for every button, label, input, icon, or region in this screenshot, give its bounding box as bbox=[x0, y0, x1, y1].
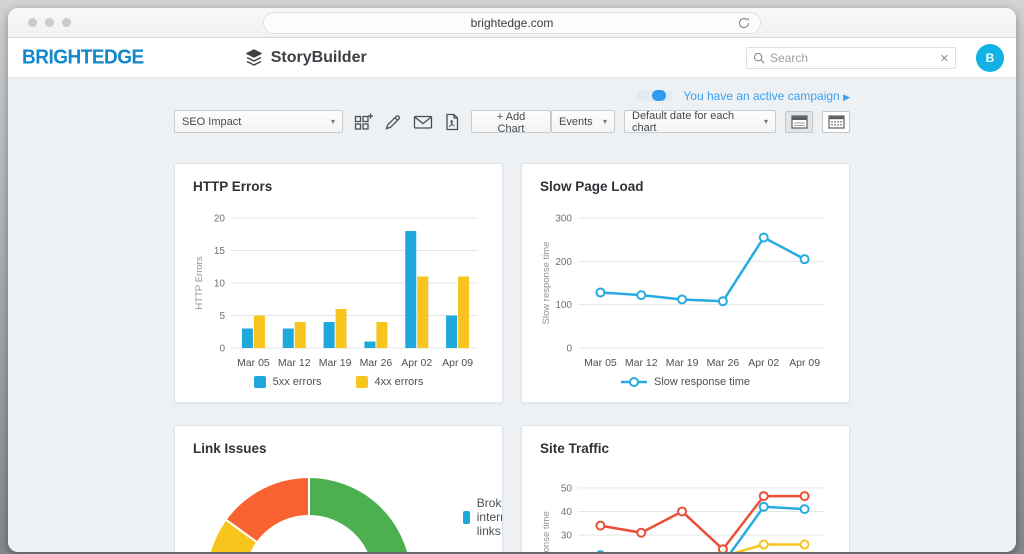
svg-text:Mar 05: Mar 05 bbox=[237, 357, 270, 369]
campaign-arrow-icon: ▶ bbox=[843, 92, 850, 102]
layers-icon bbox=[244, 48, 264, 68]
close-window-button[interactable] bbox=[28, 18, 37, 27]
chart-legend: Broken internal links4xx errorsToo many … bbox=[463, 468, 503, 552]
legend-item: Broken internal links bbox=[463, 496, 503, 538]
legend-swatch bbox=[254, 376, 266, 388]
add-chart-button[interactable]: + Add Chart bbox=[471, 110, 551, 133]
minimize-window-button[interactable] bbox=[45, 18, 54, 27]
app-header: BRIGHTEDGE StoryBuilder ✕ B bbox=[8, 38, 1016, 78]
chart-legend: Slow response time bbox=[540, 376, 831, 388]
site-traffic-line-chart: 01020304050Mar 05Mar 12Mar 19Mar 26Apr 0… bbox=[540, 468, 831, 552]
chart-view-toggle-button[interactable] bbox=[785, 111, 813, 133]
svg-text:Mar 19: Mar 19 bbox=[666, 357, 699, 369]
search-icon bbox=[753, 52, 765, 64]
calendar-view-icon bbox=[828, 115, 845, 129]
legend-item: 5xx errors bbox=[254, 376, 322, 388]
legend-label: Broken internal links bbox=[477, 496, 503, 538]
user-avatar[interactable]: B bbox=[976, 44, 1004, 72]
desktop-backdrop: brightedge.com BRIGHTEDGE StoryBuilder bbox=[0, 0, 1024, 554]
window-controls bbox=[28, 18, 71, 27]
svg-text:Slow response time: Slow response time bbox=[541, 242, 552, 325]
edit-button[interactable] bbox=[384, 113, 402, 131]
panel-view-icon bbox=[791, 115, 808, 129]
zoom-window-button[interactable] bbox=[62, 18, 71, 27]
search-box[interactable]: ✕ bbox=[746, 47, 956, 69]
events-select[interactable]: Events ▾ bbox=[551, 110, 615, 133]
svg-text:Apr 02: Apr 02 bbox=[748, 357, 779, 369]
legend-label: Slow response time bbox=[654, 376, 750, 388]
storybuilder-app: StoryBuilder bbox=[244, 48, 367, 68]
svg-text:50: 50 bbox=[561, 483, 573, 494]
grid-add-icon bbox=[354, 113, 373, 131]
chevron-down-icon: ▾ bbox=[764, 117, 768, 126]
dashboard-main: You have an active campaign ▶ SEO Impact… bbox=[8, 78, 1016, 552]
app-title: StoryBuilder bbox=[271, 49, 367, 67]
svg-text:30: 30 bbox=[561, 531, 573, 542]
legend-item: 4xx errors bbox=[356, 376, 424, 388]
address-bar[interactable]: brightedge.com bbox=[263, 12, 761, 34]
svg-text:Mar 19: Mar 19 bbox=[319, 357, 352, 369]
report-select[interactable]: SEO Impact ▾ bbox=[174, 110, 343, 133]
svg-text:40: 40 bbox=[561, 507, 573, 518]
chevron-down-icon: ▾ bbox=[331, 117, 335, 126]
chevron-down-icon: ▾ bbox=[603, 117, 607, 126]
email-button[interactable] bbox=[413, 114, 433, 130]
envelope-icon bbox=[413, 114, 433, 130]
svg-text:10: 10 bbox=[214, 279, 226, 290]
svg-text:0: 0 bbox=[219, 344, 225, 355]
toolbar: SEO Impact ▾ bbox=[174, 110, 850, 133]
svg-text:100: 100 bbox=[555, 300, 572, 311]
legend-swatch bbox=[463, 511, 470, 524]
svg-text:Apr 09: Apr 09 bbox=[442, 357, 473, 369]
search-input[interactable] bbox=[770, 51, 940, 65]
url-text: brightedge.com bbox=[471, 16, 554, 30]
chart-title: Link Issues bbox=[193, 441, 484, 456]
svg-text:5: 5 bbox=[219, 311, 225, 322]
link-issues-donut-chart bbox=[193, 468, 429, 552]
brightedge-logo: BRIGHTEDGE bbox=[22, 46, 144, 69]
legend-label: 5xx errors bbox=[273, 376, 322, 388]
campaign-toggle[interactable] bbox=[637, 90, 673, 101]
svg-text:0: 0 bbox=[566, 344, 572, 355]
charts-grid: HTTP Errors 0 5 10 15 20 Mar 05 Mar 12 Mar 19 Ma… bbox=[174, 163, 850, 552]
chart-title: Slow Page Load bbox=[540, 179, 831, 194]
chart-legend: 5xx errors 4xx errors bbox=[193, 376, 484, 388]
svg-text:Mar 26: Mar 26 bbox=[360, 357, 393, 369]
calendar-view-toggle-button[interactable] bbox=[822, 111, 850, 133]
svg-text:20: 20 bbox=[214, 214, 226, 225]
slow-page-load-line-chart: 0 100 200 300 Mar 05 Mar 12 Mar 19 Mar 26 Apr 02… bbox=[540, 206, 831, 374]
clear-search-icon[interactable]: ✕ bbox=[940, 52, 949, 65]
chart-title: Site Traffic bbox=[540, 441, 831, 456]
browser-chrome: brightedge.com bbox=[8, 8, 1016, 38]
active-campaign-link[interactable]: You have an active campaign ▶ bbox=[683, 89, 850, 103]
pencil-icon bbox=[384, 113, 402, 131]
campaign-row: You have an active campaign ▶ bbox=[174, 88, 850, 103]
svg-text:Apr 02: Apr 02 bbox=[401, 357, 432, 369]
http-errors-bar-chart: 0 5 10 15 20 Mar 05 Mar 12 Mar 19 Mar 26 Apr 02 Ap… bbox=[193, 206, 484, 374]
http-errors-card: HTTP Errors 0 5 10 15 20 Mar 05 Mar 12 Mar 19 Ma… bbox=[174, 163, 503, 403]
svg-text:Mar 12: Mar 12 bbox=[278, 357, 311, 369]
date-range-select[interactable]: Default date for each chart ▾ bbox=[624, 110, 776, 133]
site-traffic-card: Site Traffic 01020304050Mar 05Mar 12Mar … bbox=[521, 425, 850, 552]
svg-text:Apr 09: Apr 09 bbox=[789, 357, 820, 369]
refresh-icon[interactable] bbox=[737, 16, 751, 30]
svg-text:200: 200 bbox=[555, 257, 572, 268]
svg-text:Mar 26: Mar 26 bbox=[707, 357, 740, 369]
svg-text:Mar 12: Mar 12 bbox=[625, 357, 658, 369]
browser-window: brightedge.com BRIGHTEDGE StoryBuilder bbox=[8, 8, 1016, 552]
svg-text:15: 15 bbox=[214, 246, 226, 257]
export-pdf-button[interactable] bbox=[444, 113, 460, 131]
legend-item: Slow response time bbox=[621, 376, 750, 388]
svg-text:HTTP Errors: HTTP Errors bbox=[194, 256, 205, 309]
chart-title: HTTP Errors bbox=[193, 179, 484, 194]
pdf-file-icon bbox=[444, 113, 460, 131]
svg-text:response time: response time bbox=[541, 511, 552, 552]
slow-page-load-card: Slow Page Load 0 100 200 300 Mar 05 Mar 12 Mar… bbox=[521, 163, 850, 403]
svg-text:Mar 05: Mar 05 bbox=[584, 357, 617, 369]
svg-text:300: 300 bbox=[555, 214, 572, 225]
legend-label: 4xx errors bbox=[375, 376, 424, 388]
legend-swatch bbox=[356, 376, 368, 388]
link-issues-card: Link Issues Broken internal links4xx err… bbox=[174, 425, 503, 552]
add-dashboard-button[interactable] bbox=[354, 113, 373, 131]
